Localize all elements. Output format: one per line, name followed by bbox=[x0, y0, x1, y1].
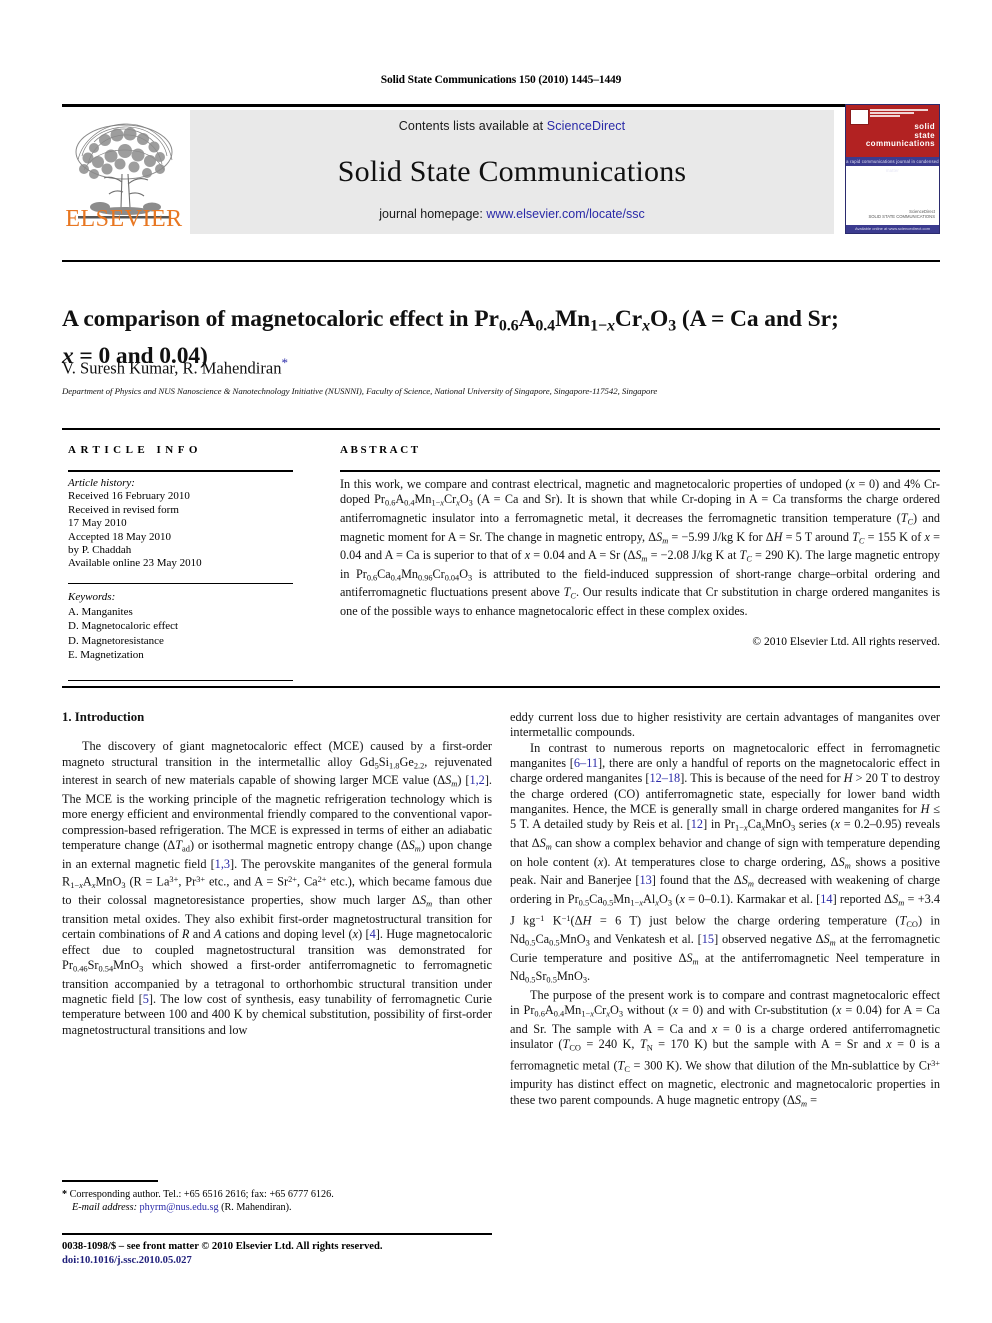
running-head: Solid State Communications 150 (2010) 14… bbox=[380, 74, 622, 86]
cover-foot-lines: ScienceDirect SOLID STATE COMMUNICATIONS bbox=[846, 209, 935, 219]
page-footer-rule bbox=[62, 1233, 492, 1235]
info-rule-top bbox=[68, 470, 293, 472]
paper-page: Solid State Communications 150 (2010) 14… bbox=[0, 0, 992, 1323]
abstract-copyright: © 2010 Elsevier Ltd. All rights reserved… bbox=[752, 636, 940, 648]
homepage-label: journal homepage: bbox=[379, 207, 487, 221]
info-rule-middle bbox=[68, 583, 293, 584]
abstract-rule-top bbox=[340, 470, 940, 472]
section-heading-introduction: 1. Introduction bbox=[62, 710, 145, 724]
history-item: Available online 23 May 2010 bbox=[68, 557, 202, 570]
doi-link[interactable]: doi:10.1016/j.ssc.2010.05.027 bbox=[62, 1254, 562, 1268]
cover-journal-title: solid state communications bbox=[846, 122, 935, 149]
footnote-email-label: E-mail address: bbox=[72, 1202, 137, 1213]
history-item: Received in revised form bbox=[68, 503, 179, 516]
keyword-item: E. Magnetization bbox=[68, 649, 144, 661]
contents-lists-label: Contents lists available at bbox=[398, 119, 547, 133]
sciencedirect-link[interactable]: ScienceDirect bbox=[547, 119, 625, 133]
body-paragraph: The discovery of giant magnetocaloric ef… bbox=[62, 739, 493, 1037]
title-separator-rule bbox=[62, 260, 940, 262]
author-names: V. Suresh Kumar, R. Mahendiran bbox=[62, 358, 282, 378]
cover-band-text: a rapid communications journal in conden… bbox=[846, 159, 939, 173]
keyword-item: A. Manganites bbox=[68, 605, 133, 618]
footnote-email-owner: (R. Mahendiran). bbox=[221, 1202, 292, 1213]
corresponding-author-marker[interactable]: * bbox=[281, 355, 288, 370]
keyword-item: D. Magnetoresistance bbox=[68, 634, 164, 647]
journal-homepage-link[interactable]: www.elsevier.com/locate/ssc bbox=[486, 207, 644, 221]
cover-bottom-band-text: Available online at www.sciencedirect.co… bbox=[854, 226, 931, 231]
history-item: Accepted 18 May 2010 bbox=[68, 530, 171, 543]
article-info-heading: ARTICLE INFO bbox=[68, 444, 202, 456]
footnote-marker: * bbox=[62, 1189, 68, 1200]
abstract-text: In this work, we compare and contrast el… bbox=[340, 477, 941, 618]
page-footer: 0038-1098/$ – see front matter © 2010 El… bbox=[62, 1240, 562, 1267]
abstract-section-top-rule bbox=[62, 428, 940, 430]
abstract-section-bottom-rule bbox=[62, 686, 940, 688]
footnote-rule bbox=[62, 1180, 158, 1182]
body-column-right: eddy current loss due to higher resistiv… bbox=[510, 710, 940, 1111]
body-paragraph: The purpose of the present work is to co… bbox=[510, 987, 941, 1108]
header-top-rule bbox=[62, 104, 880, 107]
footnote-email-link[interactable]: phyrm@nus.edu.sg bbox=[140, 1202, 219, 1213]
journal-homepage-line: journal homepage: www.elsevier.com/locat… bbox=[190, 207, 834, 221]
journal-cover-thumbnail: solid state communications a rapid commu… bbox=[845, 104, 940, 234]
corresponding-author-footnote: * Corresponding author. Tel.: +65 6516 2… bbox=[62, 1188, 492, 1214]
article-history-block: Article history: Received 16 February 20… bbox=[68, 477, 298, 571]
body-column-left: 1. Introduction The discovery of giant m… bbox=[62, 710, 492, 1038]
keyword-item: D. Magnetocaloric effect bbox=[68, 620, 179, 632]
abstract-heading: ABSTRACT bbox=[340, 444, 421, 456]
issn-copyright-line: 0038-1098/$ – see front matter © 2010 El… bbox=[62, 1241, 383, 1252]
footnote-contact-line: Corresponding author. Tel.: +65 6516 261… bbox=[69, 1189, 334, 1200]
journal-title: Solid State Communications bbox=[337, 155, 687, 188]
keywords-label: Keywords: bbox=[68, 591, 116, 603]
info-rule-bottom bbox=[68, 680, 293, 681]
history-item: Received 16 February 2010 bbox=[68, 490, 190, 503]
affiliation: Department of Physics and NUS Nanoscienc… bbox=[62, 386, 658, 396]
body-paragraph: In contrast to numerous reports on magne… bbox=[510, 740, 941, 985]
cover-title-line3: communications bbox=[865, 139, 935, 148]
keywords-block: Keywords: A. Manganites D. Magnetocalori… bbox=[68, 590, 298, 663]
cover-foot-line2: SOLID STATE COMMUNICATIONS bbox=[868, 214, 935, 219]
elsevier-wordmark: ELSEVIER bbox=[65, 206, 183, 232]
cover-header-lines bbox=[870, 109, 928, 118]
body-paragraph: eddy current loss due to higher resistiv… bbox=[510, 710, 940, 740]
contents-lists-line: Contents lists available at ScienceDirec… bbox=[190, 119, 834, 133]
history-item: 17 May 2010 bbox=[68, 517, 127, 530]
article-history-label: Article history: bbox=[68, 477, 135, 489]
author-list: V. Suresh Kumar, R. Mahendiran* bbox=[62, 355, 912, 379]
title-line-1: A comparison of magnetocaloric effect in… bbox=[62, 305, 839, 335]
history-item: by P. Chaddah bbox=[68, 544, 132, 557]
